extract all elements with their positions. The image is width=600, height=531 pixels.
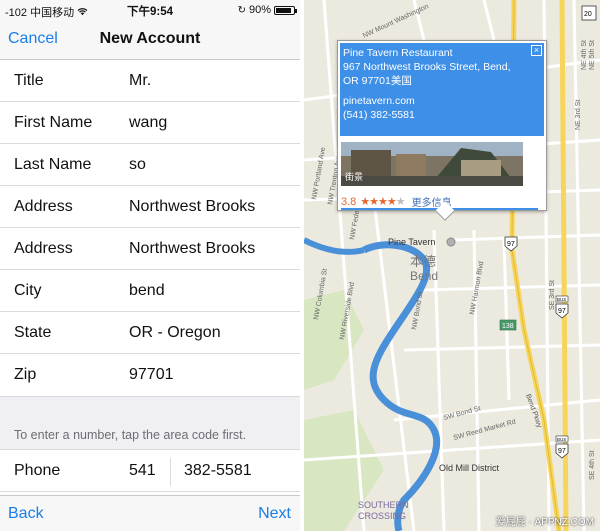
label-bend-cn: 本德 — [410, 254, 436, 269]
label-crossing: CROSSING — [358, 511, 406, 521]
label-ne-5th: NE 5th St — [589, 40, 596, 70]
phone-hint: To enter a number, tap the area code fir… — [0, 420, 300, 450]
address-line-2-field[interactable]: Northwest Brooks — [129, 240, 255, 258]
star-icon: ★ — [378, 196, 388, 208]
label-bend: Bend — [410, 269, 438, 283]
place-website[interactable]: pinetavern.com — [343, 94, 541, 108]
form-row-address-2[interactable]: Address Northwest Brooks — [0, 228, 300, 270]
form-row-phone: Phone 541 382-5581 — [0, 450, 300, 492]
place-address-line-1: 967 Northwest Brooks Street, Bend, — [343, 61, 511, 73]
place-marker[interactable] — [446, 237, 456, 247]
cancel-button[interactable]: Cancel — [8, 30, 58, 48]
battery-percent: 90% — [248, 4, 271, 16]
place-address-line-2: OR 97701美国 — [343, 75, 412, 87]
street-view-label: 街景 — [345, 172, 364, 182]
label-ne-3rd: NE 3rd St — [575, 100, 582, 130]
battery-icon — [274, 5, 297, 15]
field-label: State — [14, 324, 52, 341]
star-icon: ★ — [395, 196, 406, 208]
phone-number-field[interactable]: 382-5581 — [184, 462, 252, 480]
rating-row: 3.8 ★★★★★ 更多信息 — [341, 194, 452, 210]
shield-label: BUS — [557, 437, 566, 442]
star-icon: ★ — [360, 196, 370, 208]
address-line-1-field[interactable]: Northwest Brooks — [129, 198, 255, 216]
form-row-city[interactable]: City bend — [0, 270, 300, 312]
field-label: Zip — [14, 366, 37, 383]
bottom-toolbar: Back Next — [0, 495, 300, 531]
field-label: Address — [14, 198, 73, 215]
divider — [170, 458, 171, 486]
field-label: First Name — [14, 114, 93, 131]
form-row-zip[interactable]: Zip 97701 — [0, 354, 300, 396]
label-old-mill: Old Mill District — [439, 463, 499, 473]
field-label: Last Name — [14, 156, 92, 173]
label-se-4th: SE 4th St — [589, 450, 596, 480]
title-field[interactable]: Mr. — [129, 72, 151, 90]
street-view-image — [341, 142, 523, 186]
field-label: Title — [14, 72, 44, 89]
place-info-popup[interactable]: Pine Tavern Restaurant 967 Northwest Bro… — [337, 40, 547, 221]
area-code-field[interactable]: 541 — [129, 462, 156, 480]
new-account-screen: -102 中国移动 下午9:54 ↻ 90% Cancel New Accoun… — [0, 0, 300, 531]
rotation-lock-icon: ↻ — [237, 4, 246, 16]
label-ne-4th: NE 4th St — [581, 40, 588, 70]
place-name[interactable]: Pine Tavern Restaurant — [343, 46, 541, 60]
back-button[interactable]: Back — [8, 505, 44, 523]
state-field[interactable]: OR - Oregon — [129, 324, 221, 342]
star-icon: ★ — [386, 196, 397, 208]
shield-20: 20 — [581, 5, 597, 21]
label-se-3rd: SE 3rd St — [549, 280, 556, 310]
battery-fill — [276, 7, 292, 13]
label-pine-tavern: Pine Tavern — [388, 237, 435, 247]
status-right: ↻ 90% — [237, 4, 297, 16]
shield-label: 20 — [584, 11, 592, 18]
field-label: Phone — [14, 462, 61, 479]
next-button[interactable]: Next — [258, 505, 291, 523]
first-name-field[interactable]: wang — [129, 114, 167, 132]
form-row-state[interactable]: State OR - Oregon — [0, 312, 300, 354]
street-view-photo[interactable]: 街景 — [341, 142, 523, 186]
shield-label: 97 — [558, 308, 566, 315]
star-icon: ★ — [369, 196, 379, 208]
last-name-field[interactable]: so — [129, 156, 146, 174]
navigation-bar: Cancel New Account — [0, 20, 300, 60]
zip-field[interactable]: 97701 — [129, 366, 174, 384]
shield-97-bus-2: BUS 97 — [555, 435, 569, 459]
account-form: Title Mr. First Name wang Last Name so A… — [0, 60, 300, 396]
field-label: Address — [14, 240, 73, 257]
shield-label: 97 — [507, 241, 515, 248]
rating-value: 3.8 — [341, 195, 357, 208]
city-field[interactable]: bend — [129, 282, 165, 300]
place-phone[interactable]: (541) 382-5581 — [343, 108, 541, 122]
shield-label: 97 — [558, 448, 566, 455]
shield-138: 138 — [499, 319, 517, 331]
popup-info[interactable]: Pine Tavern Restaurant 967 Northwest Bro… — [340, 43, 544, 136]
form-row-first-name[interactable]: First Name wang — [0, 102, 300, 144]
shield-97-bus-1: BUS 97 — [555, 295, 569, 319]
section-gap — [0, 396, 300, 420]
form-row-address-1[interactable]: Address Northwest Brooks — [0, 186, 300, 228]
status-bar: -102 中国移动 下午9:54 ↻ 90% — [0, 0, 300, 20]
watermark: 爱屁屁 · APPNZ.COM — [495, 517, 594, 528]
rating-stars-icon: ★★★★★ — [360, 195, 406, 208]
map-screen: Pine Tavern 本德 Bend Old Mill District SO… — [300, 0, 600, 531]
close-icon[interactable]: × — [531, 45, 542, 56]
label-southern: SOUTHERN — [358, 500, 409, 510]
field-label: City — [14, 282, 42, 299]
form-row-last-name[interactable]: Last Name so — [0, 144, 300, 186]
form-row-title[interactable]: Title Mr. — [0, 60, 300, 102]
shield-label: 138 — [502, 323, 514, 330]
shield-label: BUS — [557, 297, 566, 302]
